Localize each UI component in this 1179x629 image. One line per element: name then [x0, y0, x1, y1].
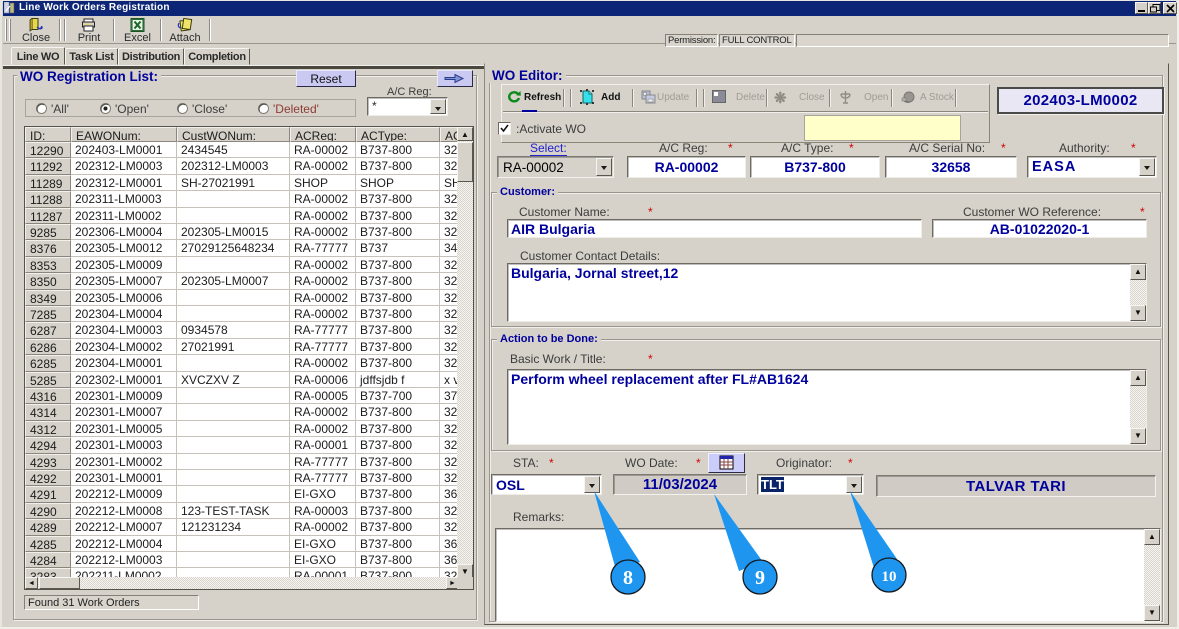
svg-text:9: 9 [755, 567, 765, 589]
svg-text:10: 10 [882, 569, 897, 585]
svg-text:8: 8 [623, 567, 633, 589]
